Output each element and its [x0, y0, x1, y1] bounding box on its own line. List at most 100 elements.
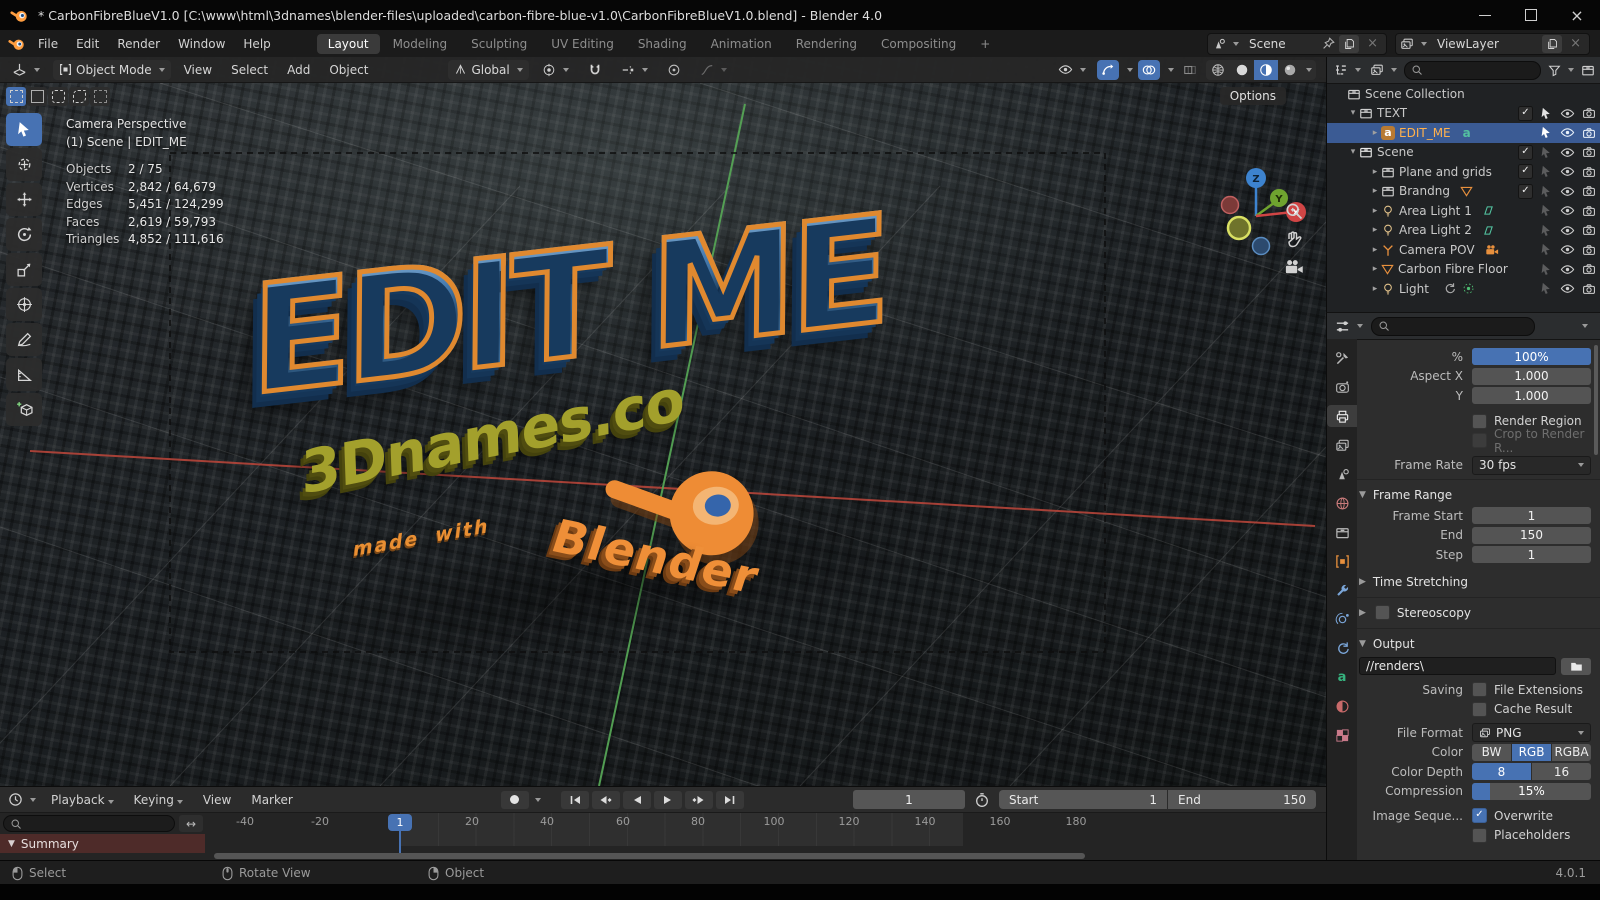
mode-selector[interactable]: Object Mode: [53, 60, 171, 80]
viewport-menu-add[interactable]: Add: [281, 63, 316, 77]
proportional-falloff-selector[interactable]: [694, 60, 733, 80]
resolution-pct-slider[interactable]: 100%: [1472, 348, 1591, 365]
chevron-down-icon[interactable]: [1421, 42, 1427, 46]
new-collection-icon[interactable]: [1581, 63, 1595, 77]
timeline-menu-keying[interactable]: Keying: [127, 793, 190, 807]
outliner-display-mode[interactable]: [1332, 60, 1363, 80]
render-camera-icon[interactable]: [1582, 223, 1596, 237]
maximize-button[interactable]: [1508, 0, 1554, 30]
play-reverse-button[interactable]: [623, 791, 651, 809]
render-camera-icon[interactable]: [1582, 262, 1596, 276]
hide-eye-icon[interactable]: [1560, 164, 1575, 179]
tab-modifiers[interactable]: [1329, 579, 1355, 601]
render-camera-icon[interactable]: [1582, 165, 1596, 179]
zoom-icon[interactable]: [1284, 201, 1304, 221]
timeline-search-input[interactable]: [3, 815, 175, 832]
collapse-triangle-icon[interactable]: ▼: [8, 839, 15, 849]
gizmo-dropdown[interactable]: [1127, 68, 1133, 72]
selectable-arrow-icon[interactable]: [1540, 282, 1553, 295]
render-camera-icon[interactable]: [1582, 145, 1596, 159]
expand-toggle[interactable]: ▸: [1369, 186, 1381, 196]
menu-window[interactable]: Window: [169, 37, 234, 51]
tab-constraints[interactable]: [1329, 637, 1355, 659]
collection-checkbox[interactable]: ✓: [1518, 106, 1533, 121]
outliner-row-area-light-1[interactable]: ▸ Area Light 1: [1327, 201, 1600, 221]
hide-eye-icon[interactable]: [1560, 203, 1575, 218]
gizmo-axis-x-neg[interactable]: [1222, 197, 1239, 214]
snap-toggle[interactable]: [582, 60, 608, 80]
selectable-arrow-icon[interactable]: [1540, 263, 1553, 276]
tool-select-box[interactable]: [6, 113, 42, 146]
tab-collection[interactable]: [1329, 521, 1355, 543]
cache-result-checkbox[interactable]: [1472, 702, 1487, 717]
select-mode-lasso[interactable]: [69, 87, 89, 106]
outliner-row-plane-and-grids[interactable]: ▸ Plane and grids ✓: [1327, 162, 1600, 182]
select-mode-extend[interactable]: [90, 87, 110, 106]
tab-sculpting[interactable]: Sculpting: [460, 34, 538, 54]
timeline-editor-type[interactable]: [6, 790, 38, 810]
placeholders-checkbox[interactable]: [1472, 828, 1487, 843]
outliner-row-scene[interactable]: ▾ Scene ✓: [1327, 143, 1600, 163]
hide-eye-icon[interactable]: [1560, 281, 1575, 296]
outliner-row-carbon-fibre-floor[interactable]: ▸ Carbon Fibre Floor: [1327, 260, 1600, 280]
tab-texture[interactable]: [1329, 724, 1355, 746]
file-extensions-checkbox[interactable]: [1472, 682, 1487, 697]
timeline-fit-button[interactable]: ↔: [179, 815, 203, 832]
frame-end-field[interactable]: 150: [1472, 527, 1591, 544]
tab-world[interactable]: [1329, 492, 1355, 514]
frame-rate-dropdown[interactable]: 30 fps: [1472, 456, 1591, 475]
render-camera-icon[interactable]: [1582, 126, 1596, 140]
tool-move[interactable]: [6, 183, 42, 216]
playhead-line[interactable]: [399, 831, 401, 853]
aspect-y-field[interactable]: 1.000: [1472, 387, 1591, 404]
color-bw-button[interactable]: BW: [1472, 744, 1511, 761]
hide-eye-icon[interactable]: [1560, 125, 1575, 140]
selectable-arrow-icon[interactable]: [1540, 165, 1553, 178]
tab-material[interactable]: [1329, 695, 1355, 717]
selectable-arrow-icon[interactable]: [1540, 185, 1553, 198]
timeline-menu-marker[interactable]: Marker: [244, 793, 299, 807]
gizmo-axis-z-neg[interactable]: [1253, 238, 1270, 255]
editor-type-button[interactable]: [6, 60, 46, 80]
play-button[interactable]: [654, 791, 682, 809]
selectable-arrow-icon[interactable]: [1540, 243, 1553, 256]
tool-add-cube[interactable]: [6, 393, 42, 426]
close-button[interactable]: ×: [1554, 0, 1600, 30]
overwrite-checkbox[interactable]: ✓: [1472, 808, 1487, 823]
render-camera-icon[interactable]: [1582, 106, 1596, 120]
outliner-row-branding[interactable]: ▸ Brandng ✓: [1327, 182, 1600, 202]
viewport-menu-object[interactable]: Object: [323, 63, 374, 77]
scene-name[interactable]: Scene: [1243, 37, 1318, 51]
menu-help[interactable]: Help: [234, 37, 279, 51]
depth-16-button[interactable]: 16: [1532, 763, 1591, 780]
open-folder-button[interactable]: [1561, 658, 1591, 675]
shading-material-button[interactable]: [1254, 60, 1278, 80]
transform-orientation-selector[interactable]: Global: [448, 60, 528, 80]
outliner-scope-selector[interactable]: [1368, 60, 1399, 80]
jump-to-end-button[interactable]: [716, 791, 744, 809]
view-layer-name[interactable]: ViewLayer: [1431, 37, 1538, 51]
tab-output[interactable]: [1327, 405, 1357, 427]
tab-shading[interactable]: Shading: [627, 34, 698, 54]
new-view-layer-button[interactable]: [1542, 35, 1562, 53]
xray-toggle[interactable]: [1179, 60, 1201, 80]
output-path-field[interactable]: //renders\: [1359, 657, 1556, 675]
scene-icon[interactable]: [1212, 37, 1226, 51]
properties-context-dropdown[interactable]: [1582, 324, 1588, 328]
expand-toggle[interactable]: ▸: [1369, 245, 1381, 255]
collection-checkbox[interactable]: ✓: [1518, 184, 1533, 199]
tab-modeling[interactable]: Modeling: [382, 34, 459, 54]
selectable-arrow-icon[interactable]: [1540, 146, 1553, 159]
visibility-dropdown[interactable]: [1052, 60, 1092, 80]
outliner-row-scene-collection[interactable]: Scene Collection: [1327, 84, 1600, 104]
tool-rotate[interactable]: [6, 218, 42, 251]
tab-tool[interactable]: [1329, 347, 1355, 369]
properties-search-input[interactable]: [1371, 317, 1535, 336]
tab-object[interactable]: [1329, 550, 1355, 572]
frame-start-button[interactable]: Start1: [999, 790, 1167, 809]
next-keyframe-button[interactable]: [685, 791, 713, 809]
timeline-menu-playback[interactable]: Playback: [44, 793, 121, 807]
viewport-menu-view[interactable]: View: [178, 63, 218, 77]
outliner-row-camera-pov[interactable]: ▸ Camera POV: [1327, 240, 1600, 260]
color-rgba-button[interactable]: RGBA: [1552, 744, 1591, 761]
